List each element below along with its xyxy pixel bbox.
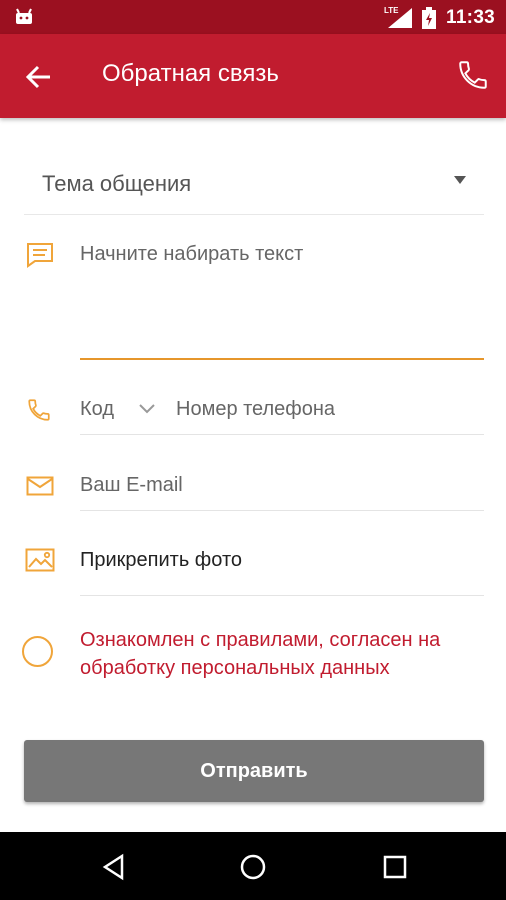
country-code-select[interactable]: Код xyxy=(80,398,114,421)
message-icon xyxy=(27,243,53,268)
android-notification-icon xyxy=(16,8,32,24)
divider xyxy=(80,595,484,596)
app-bar: Обратная связь xyxy=(0,34,506,118)
clock: 11:33 xyxy=(446,7,496,28)
phone-number-input[interactable]: Номер телефона xyxy=(176,398,335,421)
divider xyxy=(80,434,484,435)
attach-photo-button[interactable]: Прикрепить фото xyxy=(80,549,242,572)
arrow-left-icon[interactable] xyxy=(24,62,54,92)
signal-icon xyxy=(388,8,412,28)
image-attach-icon xyxy=(25,548,55,572)
consent-radio[interactable] xyxy=(22,636,53,667)
divider xyxy=(80,510,484,511)
dropdown-arrow-icon xyxy=(454,176,466,184)
status-bar: LTE 11:33 xyxy=(0,0,506,34)
home-circle-icon[interactable] xyxy=(238,852,268,882)
topic-select-placeholder: Тема общения xyxy=(42,171,192,196)
email-input[interactable]: Ваш E-mail xyxy=(80,474,183,497)
page-title: Обратная связь xyxy=(102,60,279,87)
message-input-underline xyxy=(80,358,484,360)
recents-square-icon[interactable] xyxy=(380,852,410,882)
phone-icon[interactable] xyxy=(456,58,490,92)
back-triangle-icon[interactable] xyxy=(100,852,130,882)
mail-icon xyxy=(26,476,54,496)
chevron-down-icon[interactable] xyxy=(138,403,156,415)
system-nav-bar xyxy=(0,832,506,900)
consent-label: Ознакомлен с правилами, согласен на обра… xyxy=(80,629,441,679)
battery-charging-icon xyxy=(422,7,436,29)
phone-field-icon xyxy=(28,399,50,421)
submit-button[interactable]: Отправить xyxy=(24,740,484,802)
topic-select[interactable]: Тема общения xyxy=(24,150,484,215)
message-input[interactable]: Начните набирать текст xyxy=(80,243,303,266)
